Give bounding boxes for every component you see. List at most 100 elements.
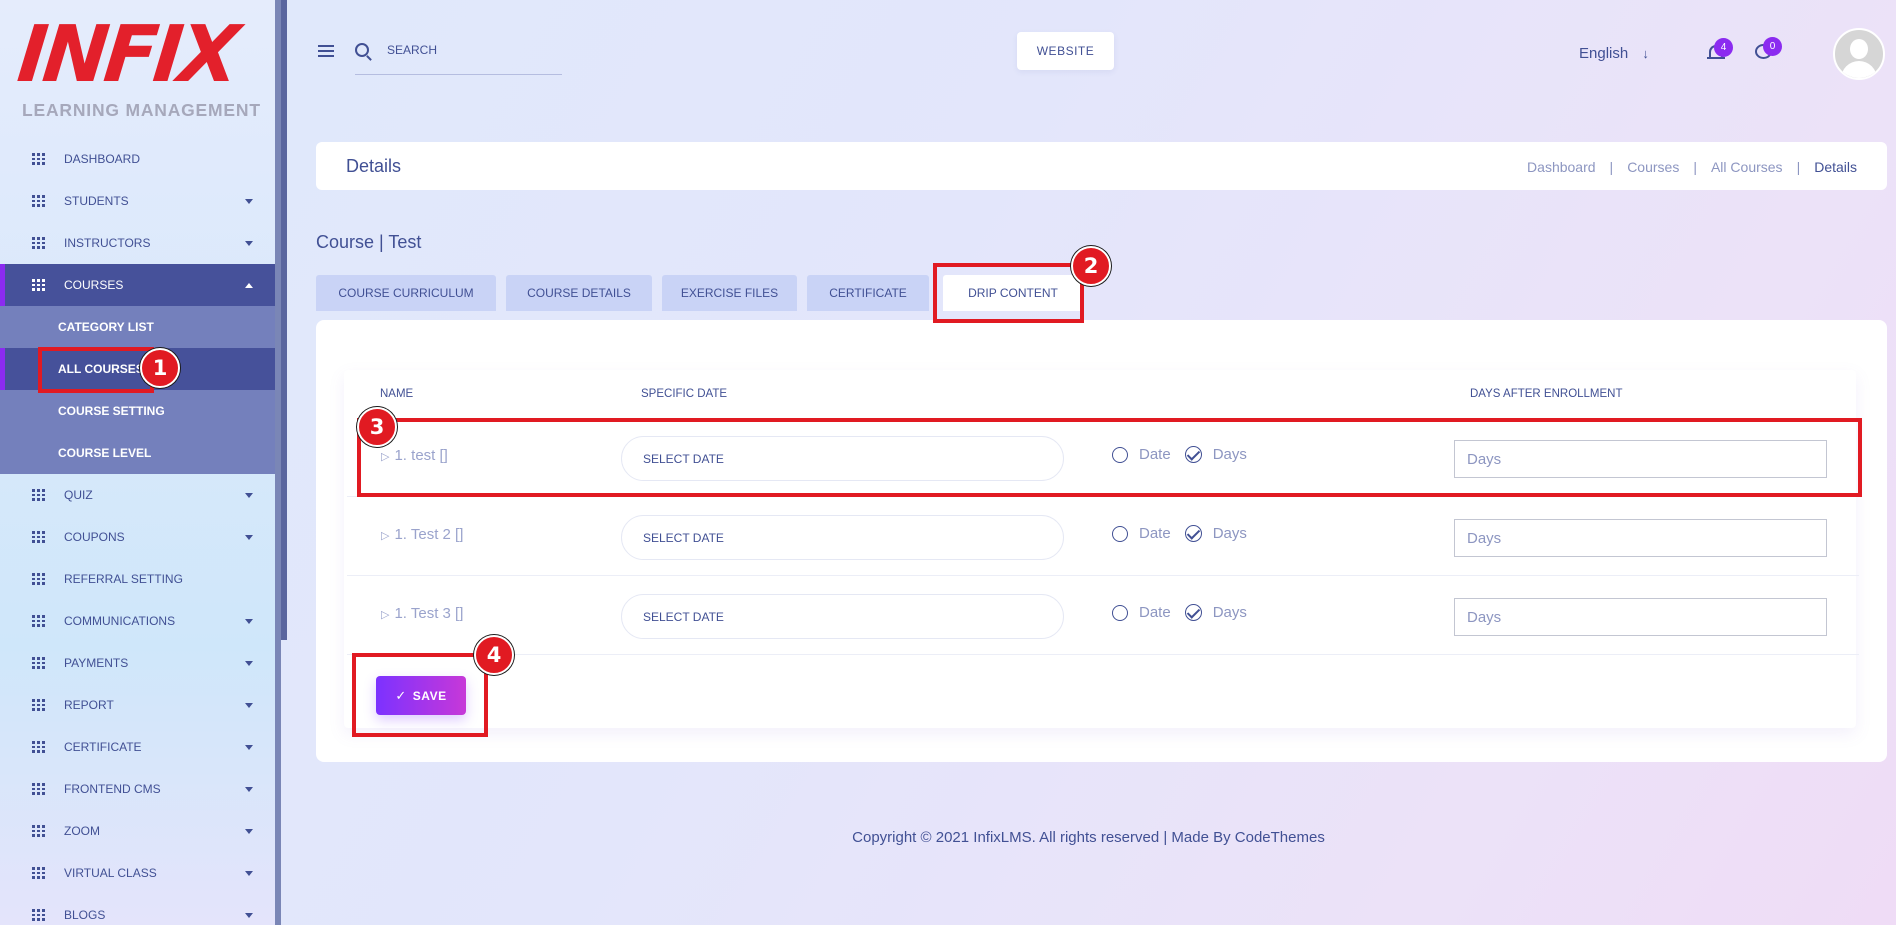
chevron-up-icon bbox=[245, 283, 253, 288]
grid-icon bbox=[32, 657, 45, 669]
page-title: Details bbox=[346, 156, 402, 176]
language-label: English bbox=[1579, 45, 1629, 62]
infix-logo[interactable]: INFIX LEARNING MANAGEMENT bbox=[14, 10, 262, 120]
sidebar-item-dashboard[interactable]: DASHBOARD bbox=[0, 138, 275, 180]
logo-mark: INFIX bbox=[13, 10, 240, 100]
sidebar-item-certificate[interactable]: CERTIFICATE bbox=[0, 726, 275, 768]
sidebar-item-label: COURSES bbox=[64, 278, 124, 292]
step-marker-2: 2 bbox=[1071, 246, 1111, 286]
sidebar-item-courses[interactable]: COURSES bbox=[0, 264, 275, 306]
breadcrumb-details: Details bbox=[1814, 159, 1857, 175]
sidebar-item-label: STUDENTS bbox=[64, 194, 129, 208]
course-title: Course | Test bbox=[316, 232, 422, 252]
tab-certificate[interactable]: CERTIFICATE bbox=[807, 275, 929, 311]
sidebar-item-frontend-cms[interactable]: FRONTEND CMS bbox=[0, 768, 275, 810]
arrow-down-icon: ↓ bbox=[1642, 46, 1649, 61]
sidebar-item-label: COMMUNICATIONS bbox=[64, 614, 176, 628]
sidebar-item-payments[interactable]: PAYMENTS bbox=[0, 642, 275, 684]
chevron-down-icon bbox=[245, 787, 253, 792]
sidebar-item-instructors[interactable]: INSTRUCTORS bbox=[0, 222, 275, 264]
lesson-name: ▷ 1. Test 2 [] bbox=[381, 526, 464, 543]
tab-course-curriculum[interactable]: COURSE CURRICULUM bbox=[316, 275, 496, 311]
drip-type-options: Date Days bbox=[1112, 604, 1247, 621]
search-input[interactable] bbox=[387, 43, 557, 57]
sidebar-item-label: REFERRAL SETTING bbox=[64, 572, 183, 586]
chevron-down-icon bbox=[245, 493, 253, 498]
highlight-box-save bbox=[352, 653, 488, 737]
logo-subtitle: LEARNING MANAGEMENT bbox=[22, 100, 261, 120]
step-marker-1: 1 bbox=[140, 348, 180, 388]
breadcrumb-all-courses[interactable]: All Courses bbox=[1711, 159, 1783, 175]
sidebar-menu: DASHBOARD STUDENTS INSTRUCTORS COURSES C… bbox=[0, 138, 275, 925]
play-icon: ▷ bbox=[381, 609, 390, 621]
column-header-name: NAME bbox=[380, 388, 414, 400]
sidebar-item-report[interactable]: REPORT bbox=[0, 684, 275, 726]
date-radio[interactable] bbox=[1112, 604, 1128, 621]
date-option-label: Date bbox=[1139, 604, 1171, 621]
sidebar-item-label: REPORT bbox=[64, 698, 114, 712]
chevron-down-icon bbox=[245, 619, 253, 624]
sidebar-item-students[interactable]: STUDENTS bbox=[0, 180, 275, 222]
days-option-label: Days bbox=[1212, 525, 1247, 542]
sidebar-item-referral-setting[interactable]: REFERRAL SETTING bbox=[0, 558, 275, 600]
sidebar-item-quiz[interactable]: QUIZ bbox=[0, 474, 275, 516]
select-date-input[interactable]: SELECT DATE bbox=[621, 515, 1064, 560]
submenu-item-label: CATEGORY LIST bbox=[58, 320, 154, 334]
column-header-days-after-enrollment: DAYS AFTER ENROLLMENT bbox=[1470, 388, 1623, 400]
chevron-down-icon bbox=[245, 199, 253, 204]
submenu-item-label: COURSE SETTING bbox=[58, 404, 165, 418]
chevron-down-icon bbox=[245, 535, 253, 540]
grid-icon bbox=[32, 741, 45, 753]
days-input[interactable] bbox=[1454, 519, 1827, 557]
days-input[interactable] bbox=[1454, 598, 1827, 636]
chevron-down-icon bbox=[245, 661, 253, 666]
table-row: ▷ 1. Test 3 [] SELECT DATE Date Days bbox=[347, 576, 1859, 655]
sidebar-item-blogs[interactable]: BLOGS bbox=[0, 894, 275, 925]
breadcrumb-courses[interactable]: Courses bbox=[1627, 159, 1679, 175]
notification-count-badge: 4 bbox=[1714, 38, 1733, 57]
sidebar: INFIX LEARNING MANAGEMENT DASHBOARD STUD… bbox=[0, 0, 281, 925]
sidebar-item-coupons[interactable]: COUPONS bbox=[0, 516, 275, 558]
grid-icon bbox=[32, 783, 45, 795]
website-button[interactable]: WEBSITE bbox=[1017, 32, 1114, 70]
tab-exercise-files[interactable]: EXERCISE FILES bbox=[662, 275, 797, 311]
breadcrumb-dashboard[interactable]: Dashboard bbox=[1527, 159, 1596, 175]
breadcrumb-separator: | bbox=[1796, 159, 1801, 175]
table-row: ▷ 1. Test 2 [] SELECT DATE Date Days bbox=[347, 497, 1859, 576]
days-checked-radio-icon[interactable] bbox=[1184, 604, 1202, 621]
grid-icon bbox=[32, 195, 45, 207]
sidebar-item-label: DASHBOARD bbox=[64, 152, 141, 166]
page-header: Details Dashboard | Courses | All Course… bbox=[316, 142, 1887, 190]
date-radio[interactable] bbox=[1112, 525, 1128, 542]
sidebar-item-label: VIRTUAL CLASS bbox=[64, 866, 157, 880]
sidebar-item-label: BLOGS bbox=[64, 908, 106, 922]
highlight-box-all-courses bbox=[38, 347, 154, 393]
submenu-item-category-list[interactable]: CATEGORY LIST bbox=[0, 306, 275, 348]
column-header-specific-date: SPECIFIC DATE bbox=[641, 388, 728, 400]
chevron-down-icon bbox=[245, 745, 253, 750]
chevron-down-icon bbox=[245, 913, 253, 918]
days-option-label: Days bbox=[1212, 604, 1247, 621]
sidebar-item-label: QUIZ bbox=[64, 488, 93, 502]
select-date-input[interactable]: SELECT DATE bbox=[621, 594, 1064, 639]
sidebar-scrollbar[interactable] bbox=[281, 0, 287, 640]
submenu-item-course-level[interactable]: COURSE LEVEL bbox=[0, 432, 275, 474]
sidebar-item-virtual-class[interactable]: VIRTUAL CLASS bbox=[0, 852, 275, 894]
lesson-name: ▷ 1. Test 3 [] bbox=[381, 605, 464, 622]
user-avatar[interactable] bbox=[1833, 28, 1885, 80]
sidebar-item-label: PAYMENTS bbox=[64, 656, 129, 670]
tab-course-details[interactable]: COURSE DETAILS bbox=[506, 275, 652, 311]
grid-icon bbox=[32, 489, 45, 501]
sidebar-item-communications[interactable]: COMMUNICATIONS bbox=[0, 600, 275, 642]
grid-icon bbox=[32, 237, 45, 249]
sidebar-item-label: INSTRUCTORS bbox=[64, 236, 151, 250]
date-option-label: Date bbox=[1139, 525, 1171, 542]
days-checked-radio-icon[interactable] bbox=[1184, 525, 1202, 542]
breadcrumb-separator: | bbox=[1609, 159, 1614, 175]
grid-icon bbox=[32, 867, 45, 879]
hamburger-menu-icon[interactable] bbox=[318, 45, 334, 57]
submenu-item-course-setting[interactable]: COURSE SETTING bbox=[0, 390, 275, 432]
grid-icon bbox=[32, 909, 45, 921]
language-selector[interactable]: English ↓ bbox=[1579, 45, 1649, 62]
breadcrumb-separator: | bbox=[1693, 159, 1697, 175]
